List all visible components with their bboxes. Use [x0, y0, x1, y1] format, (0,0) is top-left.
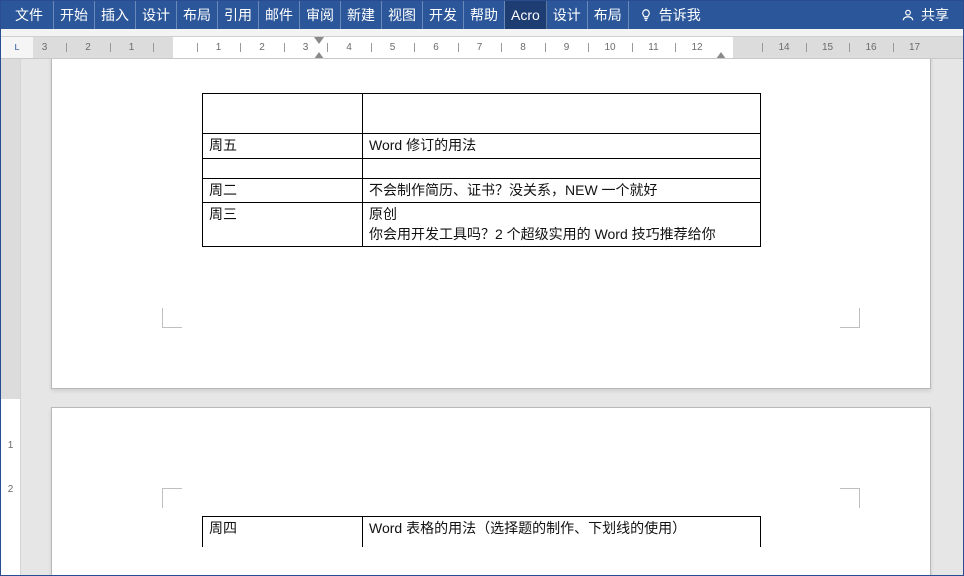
- cell[interactable]: 周二: [203, 178, 363, 203]
- tab-new[interactable]: 新建: [341, 1, 382, 29]
- hanging-indent-icon[interactable]: [314, 49, 324, 58]
- ruler-tick: 10: [604, 37, 616, 58]
- ruler-tick: 9: [561, 37, 573, 58]
- ruler-tick: 14: [778, 37, 790, 58]
- vruler-tick: 2: [1, 483, 20, 495]
- ruler-tick: 3: [300, 37, 312, 58]
- tab-references[interactable]: 引用: [218, 1, 259, 29]
- ruler-tick: 16: [865, 37, 877, 58]
- tab-home[interactable]: 开始: [54, 1, 95, 29]
- tab-developer[interactable]: 开发: [423, 1, 464, 29]
- ruler-tick: 12: [691, 37, 703, 58]
- ruler-tick: 4: [343, 37, 355, 58]
- cell[interactable]: 原创 你会用开发工具吗？2 个超级实用的 Word 技巧推荐给你: [363, 203, 761, 247]
- tell-me-label: 告诉我: [659, 5, 701, 25]
- indent-marker-icon[interactable]: [314, 37, 324, 47]
- table-row[interactable]: 周二 不会制作简历、证书？没关系，NEW 一个就好: [203, 178, 761, 203]
- tab-help[interactable]: 帮助: [464, 1, 505, 29]
- ruler-tick: 6: [430, 37, 442, 58]
- tell-me[interactable]: 告诉我: [629, 1, 711, 29]
- horizontal-ruler[interactable]: 32112345678910111214151617: [33, 37, 963, 58]
- tab-acrobat[interactable]: Acro: [505, 1, 547, 29]
- workspace: 21 周五 Word 修订的用法: [1, 59, 963, 575]
- person-icon: [901, 8, 915, 22]
- cell[interactable]: [203, 94, 363, 134]
- cell[interactable]: [203, 158, 363, 178]
- tab-insert[interactable]: 插入: [95, 1, 136, 29]
- cell[interactable]: Word 修订的用法: [363, 134, 761, 159]
- cell[interactable]: 不会制作简历、证书？没关系，NEW 一个就好: [363, 178, 761, 203]
- cell[interactable]: 周四: [203, 517, 363, 547]
- ruler-tick: 1: [213, 37, 225, 58]
- table-page-2[interactable]: 周四 Word 表格的用法（选择题的制作、下划线的使用）: [202, 516, 761, 547]
- table-row[interactable]: 周三 原创 你会用开发工具吗？2 个超级实用的 Word 技巧推荐给你: [203, 203, 761, 247]
- cell[interactable]: [363, 158, 761, 178]
- ruler-tick: 5: [387, 37, 399, 58]
- lightbulb-icon: [639, 8, 653, 22]
- ruler-tick: 7: [474, 37, 486, 58]
- share-button[interactable]: 共享: [891, 1, 959, 29]
- ruler-row: L 32112345678910111214151617: [1, 37, 963, 59]
- table-row[interactable]: [203, 94, 761, 134]
- table-row[interactable]: 周四 Word 表格的用法（选择题的制作、下划线的使用）: [203, 517, 761, 547]
- cell[interactable]: Word 表格的用法（选择题的制作、下划线的使用）: [363, 517, 761, 547]
- ruler-tick: 2: [256, 37, 268, 58]
- tab-design-2[interactable]: 设计: [547, 1, 588, 29]
- ruler-tick: 8: [517, 37, 529, 58]
- tab-review[interactable]: 审阅: [300, 1, 341, 29]
- ruler-tick: 1: [126, 37, 138, 58]
- right-indent-icon[interactable]: [716, 49, 726, 58]
- table-row[interactable]: 周五 Word 修订的用法: [203, 134, 761, 159]
- ruler-tick: 3: [39, 37, 51, 58]
- tab-view[interactable]: 视图: [382, 1, 423, 29]
- ruler-tick: 2: [82, 37, 94, 58]
- tab-file[interactable]: 文件: [5, 1, 54, 29]
- table-page-1[interactable]: 周五 Word 修订的用法 周二 不会制作简历、证书？没关系，NEW 一个就好 …: [202, 93, 761, 247]
- document-pages: 周五 Word 修订的用法 周二 不会制作简历、证书？没关系，NEW 一个就好 …: [21, 59, 963, 575]
- ruler-tick: 17: [909, 37, 921, 58]
- cell[interactable]: 周三: [203, 203, 363, 247]
- table-row[interactable]: [203, 158, 761, 178]
- tab-layout[interactable]: 布局: [177, 1, 218, 29]
- cell[interactable]: 周五: [203, 134, 363, 159]
- vruler-tick: 1: [1, 440, 20, 452]
- tab-layout-2[interactable]: 布局: [588, 1, 629, 29]
- ribbon: 文件 开始 插入 设计 布局 引用 邮件 审阅 新建 视图 开发 帮助 Acro…: [1, 1, 963, 29]
- share-label: 共享: [921, 5, 949, 25]
- ruler-tick: 11: [648, 37, 660, 58]
- tab-mailings[interactable]: 邮件: [259, 1, 300, 29]
- page-2: 周四 Word 表格的用法（选择题的制作、下划线的使用）: [51, 407, 931, 575]
- ruler-tick: 15: [822, 37, 834, 58]
- vertical-ruler[interactable]: 21: [1, 59, 21, 575]
- ribbon-substrip: [1, 29, 963, 37]
- cell[interactable]: [363, 94, 761, 134]
- page-1: 周五 Word 修订的用法 周二 不会制作简历、证书？没关系，NEW 一个就好 …: [51, 59, 931, 389]
- tab-design[interactable]: 设计: [136, 1, 177, 29]
- ruler-corner: L: [1, 37, 33, 58]
